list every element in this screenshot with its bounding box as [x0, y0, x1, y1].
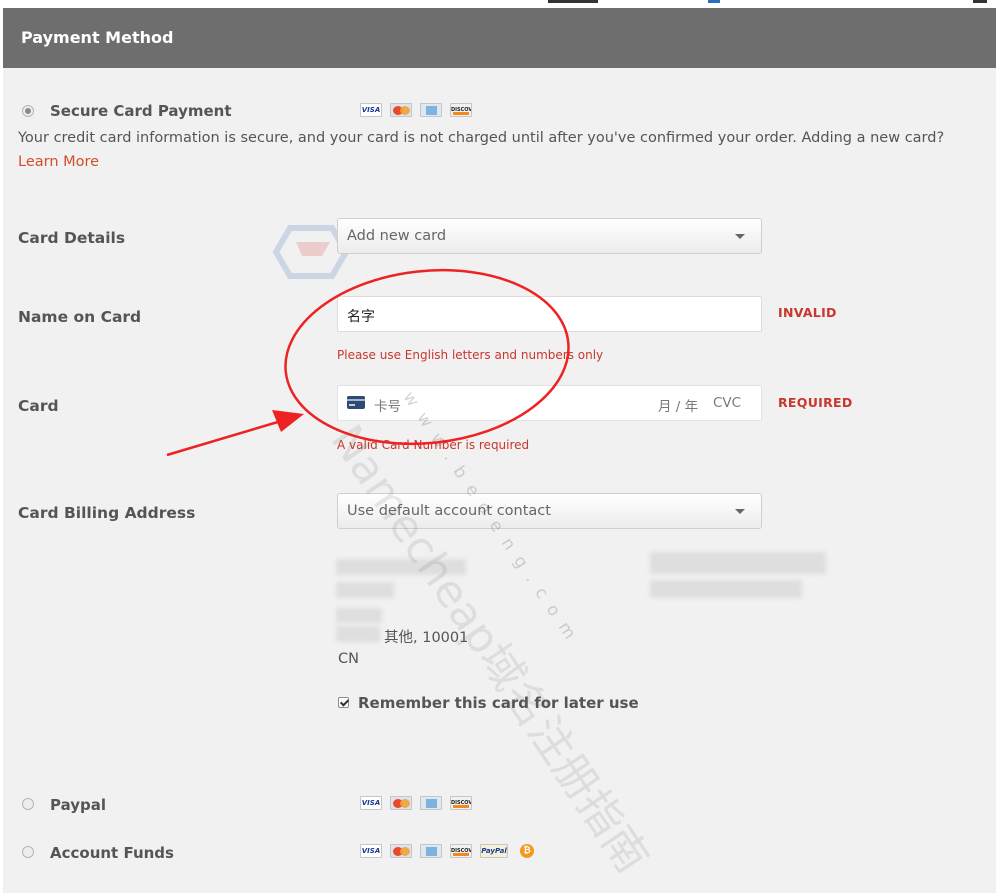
discover-icon: DISCOVER: [450, 844, 472, 858]
name-on-card-label: Name on Card: [18, 308, 142, 326]
name-invalid-badge: INVALID: [778, 305, 837, 320]
card-details-value: Add new card: [347, 228, 447, 244]
paypal-label[interactable]: Paypal: [50, 796, 106, 814]
redacted-address-line: [336, 582, 394, 598]
account-funds-radio[interactable]: [22, 846, 34, 858]
paypal-radio[interactable]: [22, 798, 34, 810]
visa-icon: VISA: [360, 103, 382, 117]
name-on-card-value: 名字: [347, 309, 375, 325]
secure-info-message: Your credit card information is secure, …: [18, 130, 945, 146]
secure-info-text: Your credit card information is secure, …: [18, 126, 968, 174]
amex-icon: [420, 796, 442, 810]
mastercard-icon: [390, 796, 412, 810]
panel-header: Payment Method: [3, 8, 996, 68]
redacted-address-line: [650, 552, 826, 574]
amex-icon: [420, 103, 442, 117]
chevron-down-icon: [735, 234, 745, 239]
name-error-message: Please use English letters and numbers o…: [337, 348, 604, 362]
top-strip-fragment: [708, 0, 720, 3]
secure-card-label[interactable]: Secure Card Payment: [50, 102, 232, 120]
mastercard-icon: [390, 103, 412, 117]
bitcoin-icon: ₿: [520, 844, 534, 858]
card-details-select[interactable]: Add new card: [337, 218, 762, 254]
credit-card-icon: [347, 396, 365, 409]
paypal-option-logos: VISA DISCOVER: [360, 796, 472, 810]
redacted-address-line: [336, 608, 382, 623]
top-strip-fragment: [548, 0, 598, 3]
remember-card-checkbox[interactable]: [338, 697, 349, 708]
visa-icon: VISA: [360, 796, 382, 810]
account-funds-logos: VISA DISCOVER PayPal ₿: [360, 844, 534, 858]
billing-country: CN: [338, 651, 359, 667]
card-cvc-placeholder[interactable]: CVC: [713, 395, 741, 411]
secure-card-logos: VISA DISCOVER: [360, 103, 472, 117]
card-number-placeholder: 卡号: [374, 399, 401, 415]
discover-icon: DISCOVER: [450, 796, 472, 810]
learn-more-link[interactable]: Learn More: [18, 154, 99, 170]
name-on-card-input[interactable]: 名字: [337, 296, 762, 332]
card-label: Card: [18, 397, 59, 415]
visa-icon: VISA: [360, 844, 382, 858]
card-required-badge: REQUIRED: [778, 395, 853, 410]
billing-address-label: Card Billing Address: [18, 504, 196, 522]
discover-icon: DISCOVER: [450, 103, 472, 117]
panel-title: Payment Method: [21, 28, 174, 47]
mastercard-icon: [390, 844, 412, 858]
secure-card-radio[interactable]: [22, 105, 34, 117]
amex-icon: [420, 844, 442, 858]
top-strip-fragment: [973, 0, 987, 3]
card-expiry-placeholder[interactable]: 月 / 年: [658, 395, 698, 415]
redacted-address-line: [650, 580, 802, 598]
card-details-label: Card Details: [18, 229, 126, 247]
account-funds-label[interactable]: Account Funds: [50, 844, 174, 862]
redacted-address-line: [336, 626, 380, 642]
paypal-icon: PayPal: [480, 844, 508, 858]
top-strip: [0, 0, 1005, 8]
chevron-down-icon: [735, 509, 745, 514]
